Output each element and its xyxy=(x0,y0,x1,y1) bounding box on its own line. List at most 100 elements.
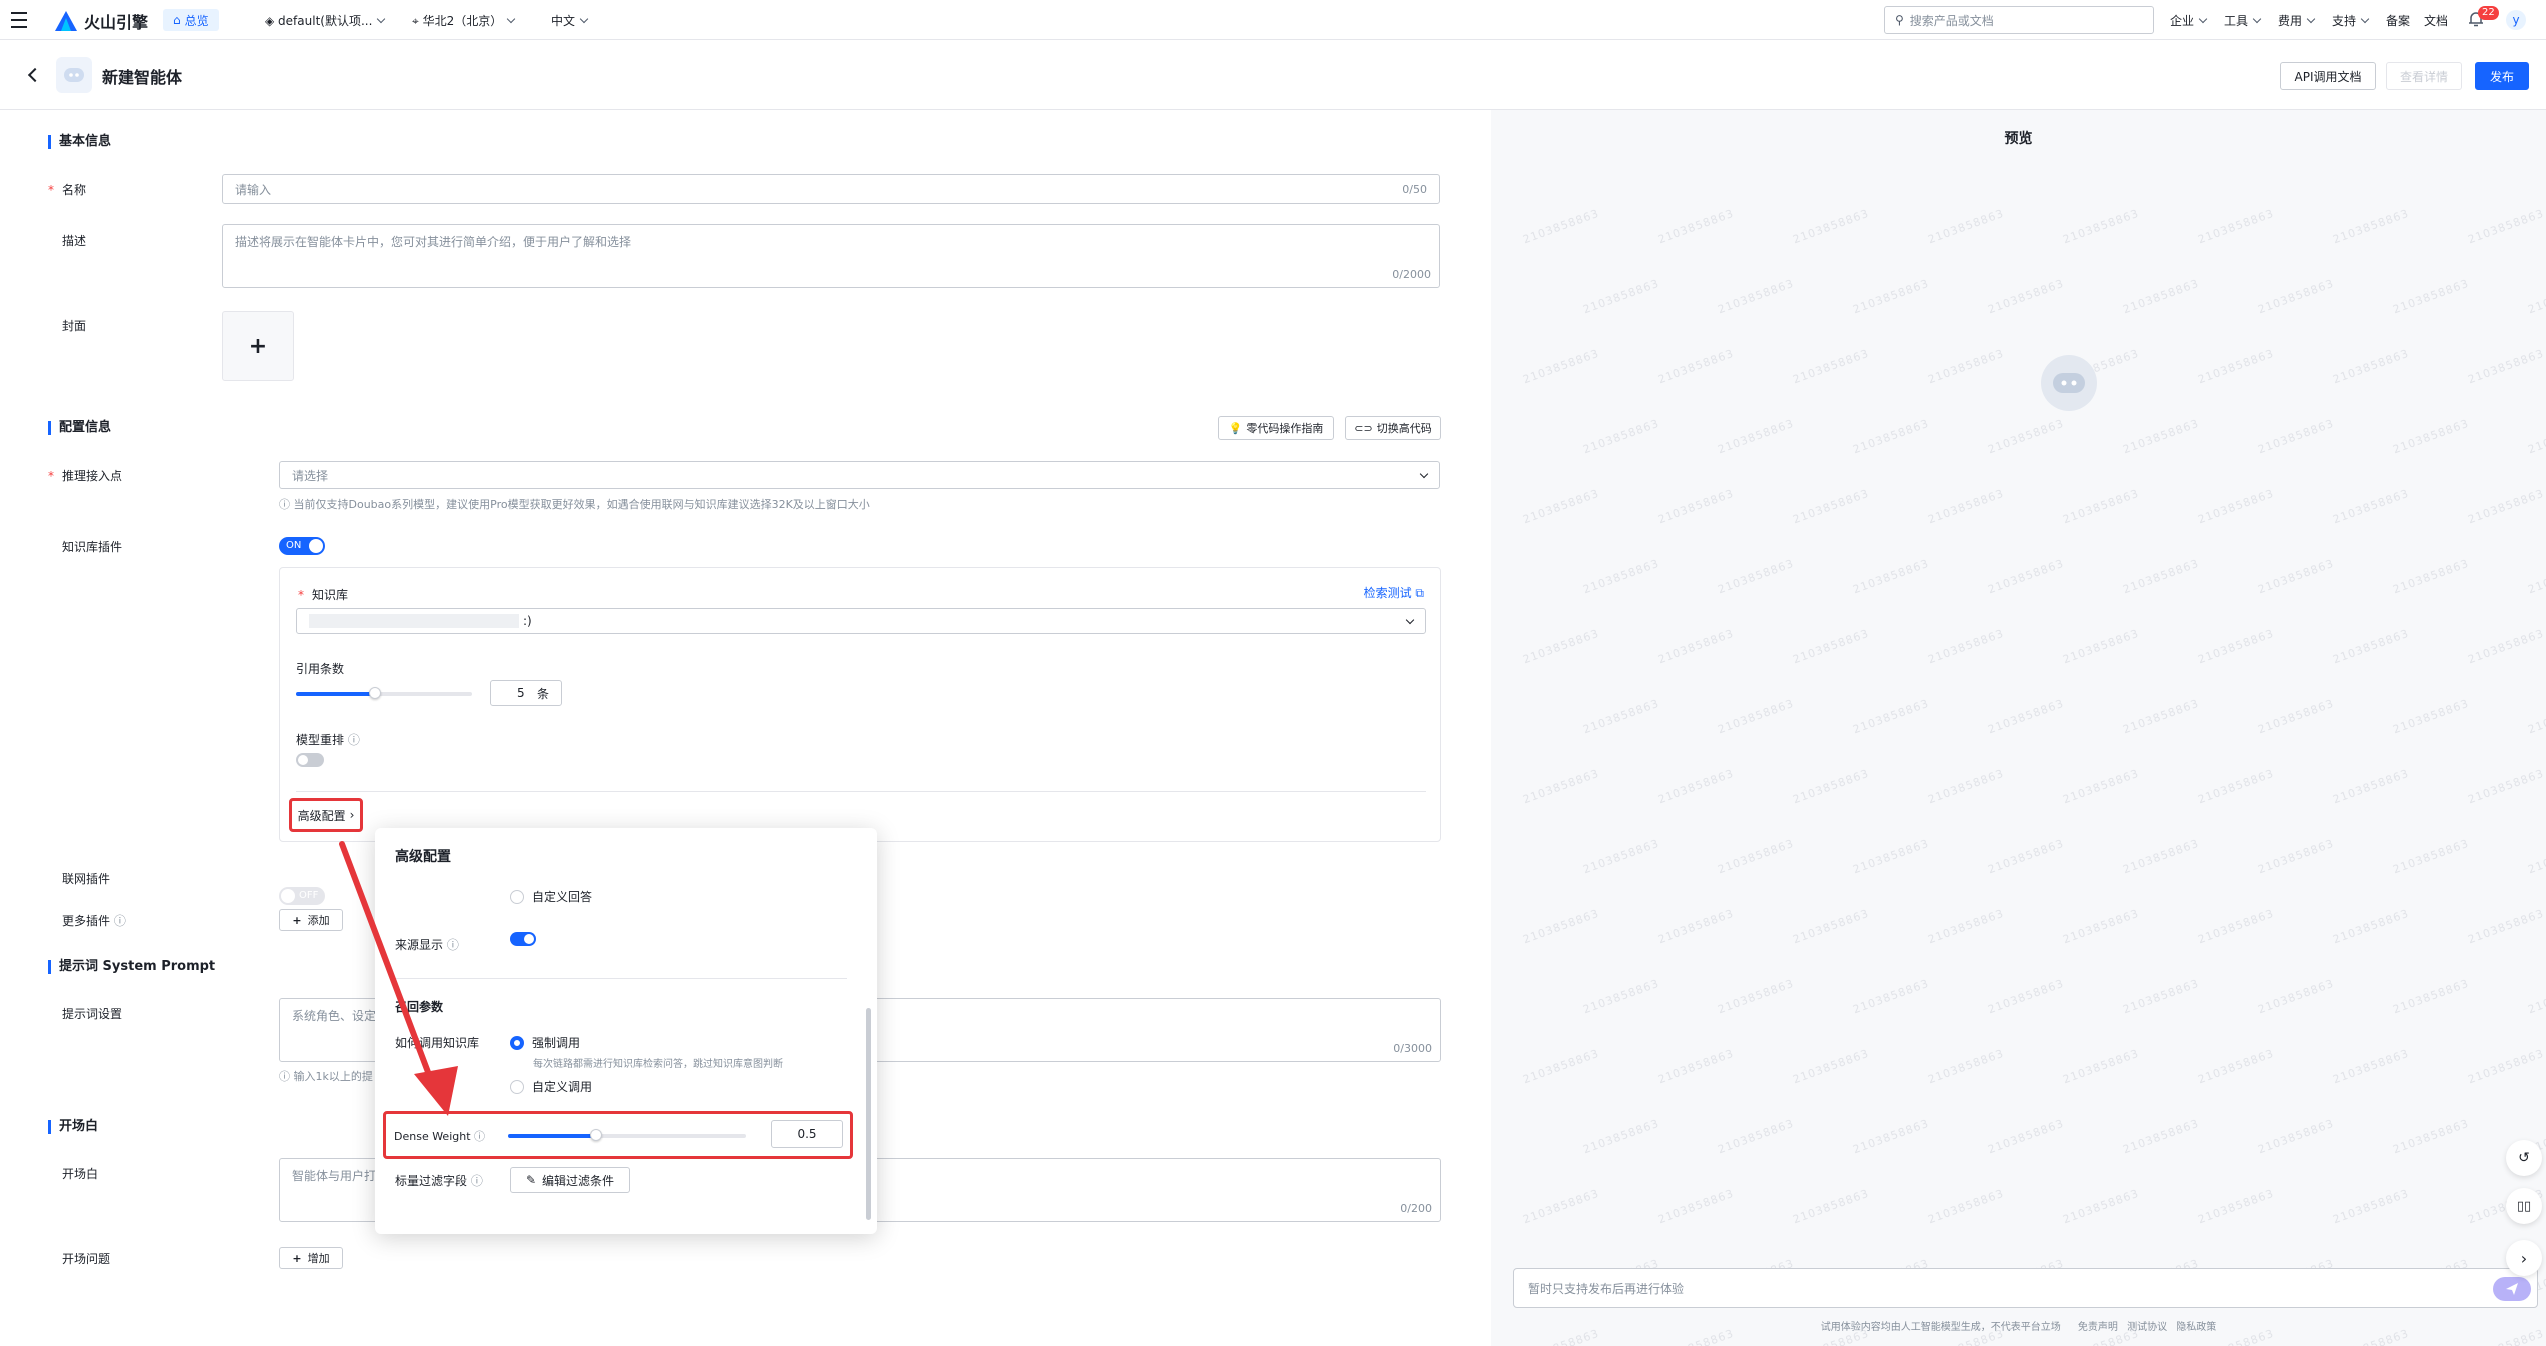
plus-icon: + xyxy=(248,333,268,359)
guide-book-button[interactable]: ▯▯ xyxy=(2506,1188,2542,1224)
nav-support[interactable]: 支持 xyxy=(2332,12,2370,29)
nav-billing[interactable]: 费用 xyxy=(2278,12,2316,29)
custom-call-option[interactable]: 自定义调用 xyxy=(510,1078,592,1095)
preview-input[interactable]: 暂时只支持发布后再进行体验 xyxy=(1513,1268,2538,1308)
test-agreement-link[interactable]: 测试协议 xyxy=(2127,1322,2167,1333)
section-opening: 开场白 xyxy=(48,1120,98,1134)
send-button[interactable] xyxy=(2493,1277,2531,1301)
cite-count-input[interactable]: 5 条 xyxy=(490,680,562,706)
slider-handle[interactable] xyxy=(369,687,381,699)
divider xyxy=(296,791,1426,792)
watermark-text: 2103858863 xyxy=(2526,276,2546,317)
watermark-text: 2103858863 xyxy=(1851,976,1931,1017)
view-detail-button[interactable]: 查看详情 xyxy=(2386,62,2462,90)
nav-docs[interactable]: 文档 xyxy=(2424,12,2448,29)
advanced-config-label: 高级配置 xyxy=(297,808,346,823)
zero-code-guide-button[interactable]: 💡 零代码操作指南 xyxy=(1218,416,1334,440)
dense-weight-value: 0.5 xyxy=(797,1127,817,1141)
popover-scrollbar[interactable] xyxy=(866,1008,871,1220)
nav-tools[interactable]: 工具 xyxy=(2224,12,2262,29)
web-plugin-toggle[interactable]: OFF xyxy=(279,887,325,905)
top-bar: 火山引擎 ⌂ 总览 ◈ default(默认项... ⌖ 华北2（北京） 中文 ⚲… xyxy=(0,0,2546,40)
force-call-option[interactable]: 强制调用 xyxy=(510,1034,580,1051)
kb-select[interactable]: :) xyxy=(296,608,1426,634)
watermark-text: 2103858863 xyxy=(1926,1046,2006,1087)
preview-title: 预览 xyxy=(2004,131,2033,147)
watermark-text: 2103858863 xyxy=(2196,1046,2276,1087)
watermark-text: 2103858863 xyxy=(2256,696,2336,737)
watermark-text: 2103858863 xyxy=(2121,696,2201,737)
watermark-text: 2103858863 xyxy=(2256,1116,2336,1157)
cite-count-unit: 条 xyxy=(536,686,549,701)
radio[interactable] xyxy=(510,1079,524,1094)
watermark-text: 2103858863 xyxy=(1581,276,1661,317)
cite-count-value: 5 xyxy=(517,686,525,700)
home-tab-label: 总览 xyxy=(184,13,209,28)
history-button[interactable]: ↺ xyxy=(2506,1140,2542,1176)
name-field[interactable]: 请输入 0/50 xyxy=(222,174,1440,204)
slider-handle[interactable] xyxy=(590,1129,602,1141)
rerank-toggle[interactable] xyxy=(296,753,324,767)
desc-field[interactable]: 描述将展示在智能体卡片中，您可对其进行简单介绍，便于用户了解和选择 0/2000 xyxy=(222,224,1440,288)
nav-enterprise[interactable]: 企业 xyxy=(2170,12,2208,29)
watermark-text: 2103858863 xyxy=(2061,906,2141,947)
language-select[interactable]: 中文 xyxy=(551,12,589,29)
kb-label-text: 知识库 xyxy=(312,588,349,602)
advanced-config-button[interactable]: 高级配置 › xyxy=(289,798,363,832)
arrow-shaft xyxy=(339,841,437,1091)
switch-high-code-button[interactable]: ⊂⊃ 切换高代码 xyxy=(1345,416,1441,440)
cite-count-slider[interactable] xyxy=(296,687,472,699)
watermark-text: 2103858863 xyxy=(2121,416,2201,457)
disclaimer-link[interactable]: 免责声明 xyxy=(2078,1322,2118,1333)
watermark-text: 2103858863 xyxy=(1716,976,1796,1017)
home-tab[interactable]: ⌂ 总览 xyxy=(163,9,219,31)
agent-avatar xyxy=(56,57,92,93)
watermark-text: 2103858863 xyxy=(1986,976,2066,1017)
watermark-text: 2103858863 xyxy=(1716,416,1796,457)
add-question-button[interactable]: + 增加 xyxy=(279,1247,343,1269)
endpoint-select[interactable]: 请选择 xyxy=(279,461,1440,489)
watermark-text: 2103858863 xyxy=(2061,1046,2141,1087)
publish-button[interactable]: 发布 xyxy=(2475,62,2529,90)
api-doc-button[interactable]: API调用文档 xyxy=(2280,62,2376,90)
watermark-text: 2103858863 xyxy=(1716,696,1796,737)
dense-weight-slider[interactable] xyxy=(508,1129,746,1141)
nav-filing[interactable]: 备案 xyxy=(2386,12,2410,29)
watermark-text: 2103858863 xyxy=(2331,766,2411,807)
name-label: * 名称 xyxy=(48,183,87,197)
opening-questions-label: 开场问题 xyxy=(62,1252,111,1266)
cover-upload[interactable]: + xyxy=(222,311,294,381)
radio-selected[interactable] xyxy=(510,1035,524,1050)
kb-plugin-toggle[interactable]: ON xyxy=(279,537,325,555)
force-call-desc: 每次链路都需进行知识库检索问答，跳过知识库意图判断 xyxy=(533,1059,783,1070)
watermark-text: 2103858863 xyxy=(1521,206,1601,247)
cover-label: 封面 xyxy=(62,319,87,333)
custom-answer-option[interactable]: 自定义回答 xyxy=(510,888,592,905)
watermark-text: 2103858863 xyxy=(2391,416,2471,457)
notification-badge: 22 xyxy=(2478,6,2499,20)
notification-bell[interactable]: 22 xyxy=(2468,6,2499,32)
nav-enterprise-label: 企业 xyxy=(2170,14,2195,28)
add-question-label: 增加 xyxy=(307,1252,330,1265)
edit-filter-button[interactable]: ✎ 编辑过滤条件 xyxy=(510,1167,630,1193)
search-input[interactable]: 搜索产品或文档 xyxy=(1910,12,1994,29)
expand-button[interactable]: › xyxy=(2506,1240,2542,1276)
search-box[interactable]: ⚲ 搜索产品或文档 xyxy=(1884,6,2154,34)
retrieval-test-link[interactable]: 检索测试 ⧉ xyxy=(1364,584,1424,601)
source-display-toggle[interactable] xyxy=(510,932,536,946)
watermark-text: 2103858863 xyxy=(1851,556,1931,597)
avatar[interactable]: y xyxy=(2506,10,2526,30)
dense-weight-input[interactable]: 0.5 xyxy=(771,1120,843,1148)
edit-icon: ✎ xyxy=(525,1173,537,1187)
back-arrow-icon[interactable] xyxy=(27,67,43,83)
watermark-text: 2103858863 xyxy=(2061,626,2141,667)
watermark-text: 2103858863 xyxy=(2391,976,2471,1017)
radio[interactable] xyxy=(510,889,524,904)
brand-logo[interactable]: 火山引擎 xyxy=(54,9,148,33)
menu-icon[interactable] xyxy=(10,12,28,28)
guide-label: 零代码操作指南 xyxy=(1246,422,1324,435)
region-select[interactable]: ⌖ 华北2（北京） xyxy=(412,12,516,29)
project-select[interactable]: ◈ default(默认项... xyxy=(265,12,386,29)
privacy-link[interactable]: 隐私政策 xyxy=(2176,1322,2216,1333)
watermark-text: 2103858863 xyxy=(1926,206,2006,247)
